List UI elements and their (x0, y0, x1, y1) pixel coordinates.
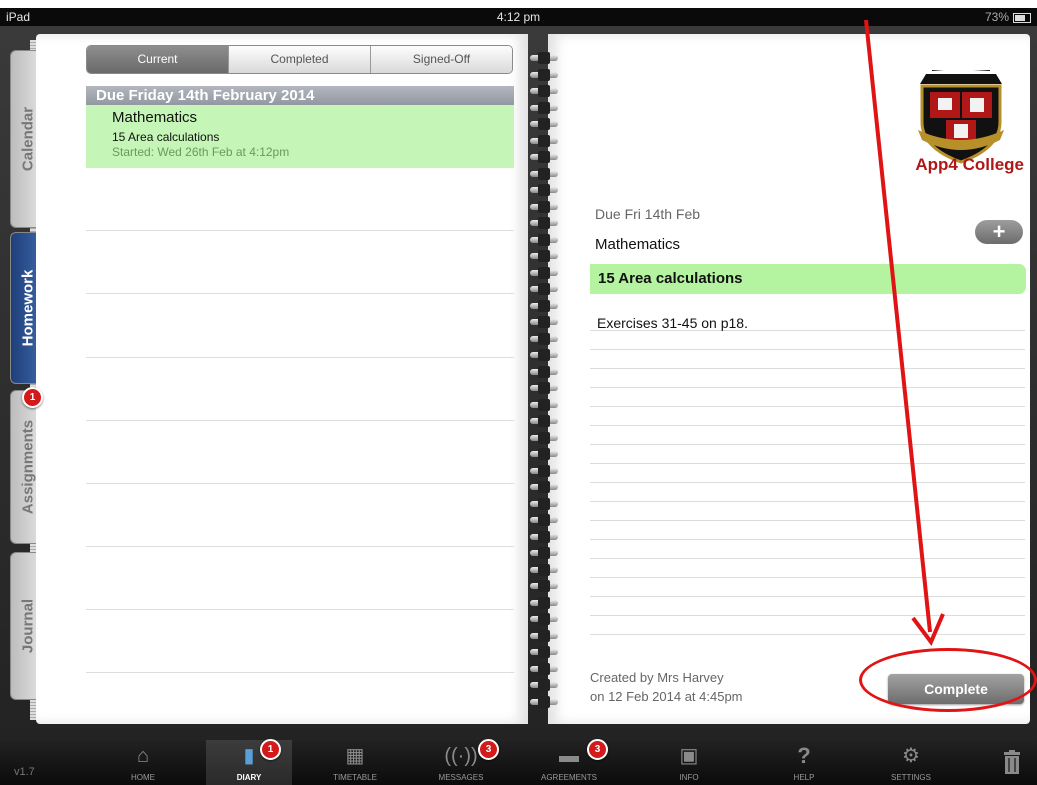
tab-agreements-label: AGREEMENTS (540, 773, 597, 782)
diary-icon: ▮ (243, 745, 255, 767)
agreements-badge: 3 (587, 739, 608, 760)
tab-settings[interactable]: ⚙ SETTINGS (868, 740, 954, 785)
tab-settings-label: SETTINGS (890, 773, 931, 782)
tab-diary-label: DIARY (236, 773, 262, 782)
tab-help-label: HELP (793, 773, 815, 782)
agreements-icon: ▬ (559, 745, 579, 767)
tab-home[interactable]: ⌂ HOME (100, 740, 186, 785)
bottom-tab-bar: v1.7 ⌂ HOME ▮ DIARY ▦ TIMETABLE ((·)) ME… (0, 739, 1037, 785)
messages-icon: ((·)) (444, 745, 478, 767)
tab-home-label: HOME (131, 773, 155, 782)
help-icon: ? (797, 743, 811, 768)
home-icon: ⌂ (136, 745, 150, 767)
tab-info[interactable]: ▣ INFO (646, 740, 732, 785)
tab-timetable[interactable]: ▦ TIMETABLE (312, 740, 398, 785)
annotation-arrow (864, 19, 945, 646)
tab-timetable-label: TIMETABLE (333, 773, 377, 782)
info-icon: ▣ (679, 745, 699, 767)
diary-badge: 1 (260, 739, 281, 760)
tab-messages-label: MESSAGES (438, 773, 484, 782)
app-version: v1.7 (14, 766, 35, 778)
tab-info-label: INFO (679, 773, 699, 782)
trash-icon[interactable] (1003, 750, 1021, 774)
settings-icon: ⚙ (902, 745, 920, 767)
tab-help[interactable]: ? HELP (761, 740, 847, 785)
messages-badge: 3 (478, 739, 499, 760)
timetable-icon: ▦ (345, 745, 365, 767)
